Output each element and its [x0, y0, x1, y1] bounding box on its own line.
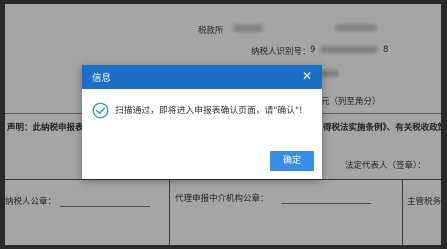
- dialog-header: 信息 ✕: [82, 65, 322, 89]
- success-check-icon: [92, 102, 109, 119]
- dialog-title: 信息: [92, 73, 112, 84]
- confirm-button[interactable]: 确定: [270, 151, 314, 171]
- close-icon[interactable]: ✕: [302, 69, 312, 83]
- info-dialog: 信息 ✕ 扫描通过，即将进入申报表确认页面，请"确认"! 确定: [82, 65, 322, 179]
- dialog-message: 扫描通过，即将进入申报表确认页面，请"确认"!: [115, 106, 303, 116]
